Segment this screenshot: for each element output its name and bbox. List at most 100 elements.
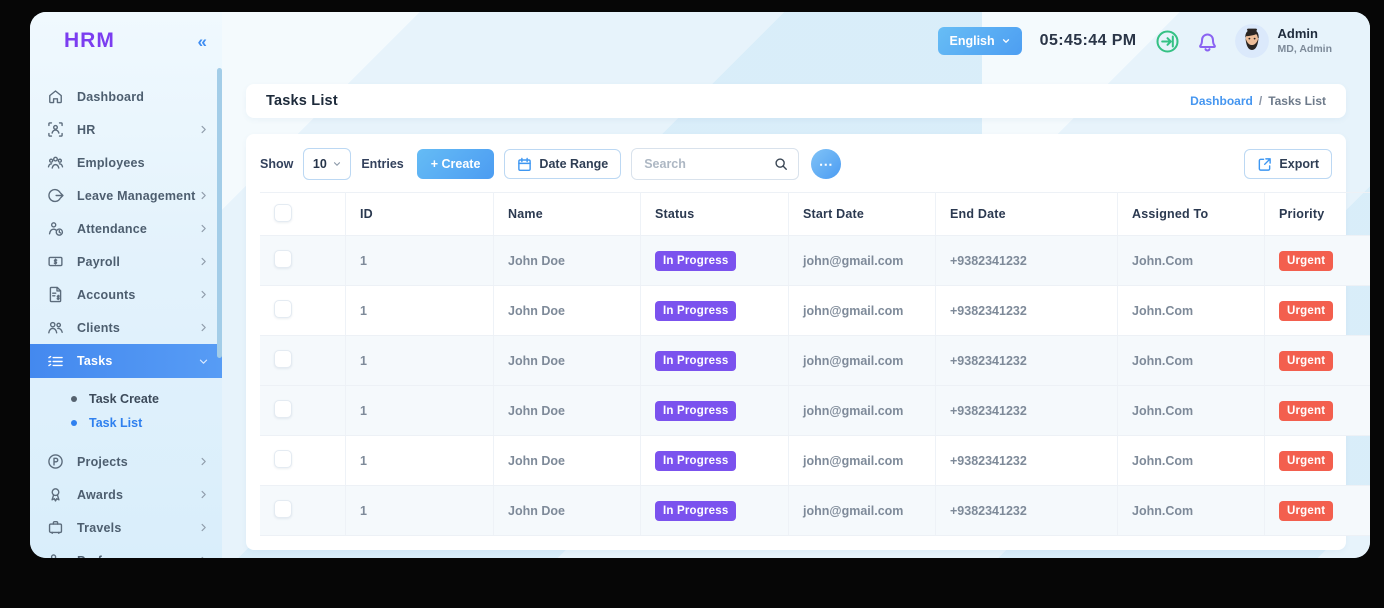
cell-assigned-to: John.Com bbox=[1117, 335, 1265, 386]
table-body: 1 John Doe In Progress john@gmail.com +93823… bbox=[260, 235, 1370, 536]
sidebar-scrollbar[interactable] bbox=[217, 68, 222, 358]
row-checkbox[interactable] bbox=[274, 400, 292, 418]
chevron-right-icon bbox=[198, 555, 209, 558]
breadcrumb: Dashboard / Tasks List bbox=[1190, 94, 1326, 108]
tasks-icon bbox=[47, 353, 64, 370]
payroll-icon bbox=[47, 253, 64, 270]
sidebar-item-clients[interactable]: Clients bbox=[30, 311, 222, 344]
sidebar-item-accounts[interactable]: Accounts bbox=[30, 278, 222, 311]
sidebar-item-label: Accounts bbox=[77, 287, 136, 302]
show-label: Show bbox=[260, 157, 294, 171]
cell-end-date: +9382341232 bbox=[935, 235, 1118, 286]
priority-badge: Urgent bbox=[1279, 450, 1334, 471]
sidebar-subitem-label: Task Create bbox=[89, 392, 159, 406]
cell-name: John Doe bbox=[493, 235, 641, 286]
sidebar-item-label: Leave Management bbox=[77, 188, 196, 203]
attendance-icon bbox=[47, 220, 64, 237]
row-checkbox[interactable] bbox=[274, 350, 292, 368]
cell-start-date: john@gmail.com bbox=[788, 485, 936, 536]
export-button[interactable]: Export bbox=[1244, 149, 1332, 179]
cell-id: 1 bbox=[345, 285, 494, 336]
table-header-row: ID Name Status Start Date End Date Assigned T… bbox=[260, 192, 1370, 236]
sidebar-item-payroll[interactable]: Payroll bbox=[30, 245, 222, 278]
more-actions-button[interactable]: ⋯ bbox=[811, 149, 842, 179]
search-input[interactable] bbox=[642, 156, 767, 172]
sidebar-item-dashboard[interactable]: Dashboard bbox=[30, 80, 222, 113]
status-badge: In Progress bbox=[655, 250, 737, 271]
row-checkbox[interactable] bbox=[274, 300, 292, 318]
sidebar-collapse-icon[interactable]: « bbox=[198, 33, 207, 50]
chevron-down-icon bbox=[198, 356, 209, 367]
row-checkbox[interactable] bbox=[274, 250, 292, 268]
clients-icon bbox=[47, 319, 64, 336]
sidebar-item-hr[interactable]: HR bbox=[30, 113, 222, 146]
sidebar-item-awards[interactable]: Awards bbox=[30, 478, 222, 511]
cell-checkbox bbox=[260, 435, 346, 486]
cell-priority: Urgent bbox=[1264, 485, 1370, 536]
tasks-list-card: Show 10 Entries + Create Date Range Sear… bbox=[246, 134, 1370, 550]
cell-id: 1 bbox=[345, 485, 494, 536]
priority-badge: Urgent bbox=[1279, 400, 1334, 421]
cell-end-date: +9382341232 bbox=[935, 385, 1118, 436]
breadcrumb-current: Tasks List bbox=[1268, 94, 1326, 108]
language-label: English bbox=[949, 34, 995, 48]
cell-end-date: +9382341232 bbox=[935, 485, 1118, 536]
bell-icon[interactable] bbox=[1195, 29, 1220, 54]
cell-status: In Progress bbox=[640, 335, 789, 386]
chevron-right-icon bbox=[198, 456, 209, 467]
page-content: Tasks List Dashboard / Tasks List Show 1… bbox=[222, 70, 1370, 550]
app-logo: HRM bbox=[64, 29, 115, 52]
chevron-right-icon bbox=[198, 190, 209, 201]
sidebar-item-label: Performance bbox=[77, 554, 198, 559]
table-row: 1 John Doe In Progress john@gmail.com +93823… bbox=[260, 385, 1370, 436]
sidebar-item-label: Tasks bbox=[77, 354, 113, 368]
sidebar-item-travels[interactable]: Travels bbox=[30, 511, 222, 544]
sidebar-subitem-task-list[interactable]: Task List bbox=[30, 411, 222, 435]
cell-start-date: john@gmail.com bbox=[788, 385, 936, 436]
home-icon bbox=[47, 88, 64, 105]
status-badge: In Progress bbox=[655, 500, 737, 521]
status-badge: In Progress bbox=[655, 350, 737, 371]
row-checkbox[interactable] bbox=[274, 450, 292, 468]
column-header-id: ID bbox=[345, 192, 494, 236]
hr-group-icon bbox=[47, 121, 64, 138]
cell-name: John Doe bbox=[493, 385, 641, 436]
chevron-right-icon bbox=[198, 489, 209, 500]
date-range-button[interactable]: Date Range bbox=[504, 149, 622, 179]
sidebar-item-projects[interactable]: Projects bbox=[30, 445, 222, 478]
cell-checkbox bbox=[260, 485, 346, 536]
login-icon[interactable] bbox=[1155, 29, 1180, 54]
user-profile[interactable]: Admin MD, Admin bbox=[1234, 24, 1332, 58]
calendar-icon bbox=[517, 157, 532, 172]
chevron-down-icon bbox=[1001, 36, 1011, 46]
row-checkbox[interactable] bbox=[274, 500, 292, 518]
breadcrumb-dashboard-link[interactable]: Dashboard bbox=[1190, 94, 1253, 108]
sidebar-item-performance[interactable]: Performance bbox=[30, 544, 222, 558]
sidebar: HRM « Dashboard HR Employees Leave Manageme… bbox=[30, 12, 222, 558]
sidebar-item-leave-management[interactable]: Leave Management bbox=[30, 179, 222, 212]
cell-priority: Urgent bbox=[1264, 285, 1370, 336]
table-row: 1 John Doe In Progress john@gmail.com +93823… bbox=[260, 435, 1370, 486]
sidebar-item-label: Projects bbox=[77, 454, 128, 469]
leave-icon bbox=[47, 187, 64, 204]
sidebar-logo-bar: HRM « bbox=[30, 12, 222, 70]
sidebar-item-employees[interactable]: Employees bbox=[30, 146, 222, 179]
sidebar-item-tasks[interactable]: Tasks bbox=[30, 344, 222, 378]
sidebar-item-label: Employees bbox=[77, 155, 145, 170]
cell-id: 1 bbox=[345, 235, 494, 286]
create-button[interactable]: + Create bbox=[416, 149, 495, 179]
sidebar-subitem-task-create[interactable]: Task Create bbox=[30, 387, 222, 411]
cell-checkbox bbox=[260, 235, 346, 286]
projects-icon bbox=[47, 453, 64, 470]
breadcrumb-separator: / bbox=[1258, 94, 1263, 108]
sidebar-item-label: Dashboard bbox=[77, 89, 145, 104]
sidebar-subitem-label: Task List bbox=[89, 416, 143, 430]
sidebar-item-attendance[interactable]: Attendance bbox=[30, 212, 222, 245]
page-size-value: 10 bbox=[312, 157, 327, 171]
clock-time: 05:45:44 PM bbox=[1039, 32, 1137, 49]
page-size-select[interactable]: 10 bbox=[303, 148, 352, 180]
search-icon[interactable] bbox=[774, 157, 788, 171]
cell-start-date: john@gmail.com bbox=[788, 285, 936, 336]
language-selector[interactable]: English bbox=[938, 27, 1022, 55]
select-all-checkbox[interactable] bbox=[274, 203, 292, 222]
